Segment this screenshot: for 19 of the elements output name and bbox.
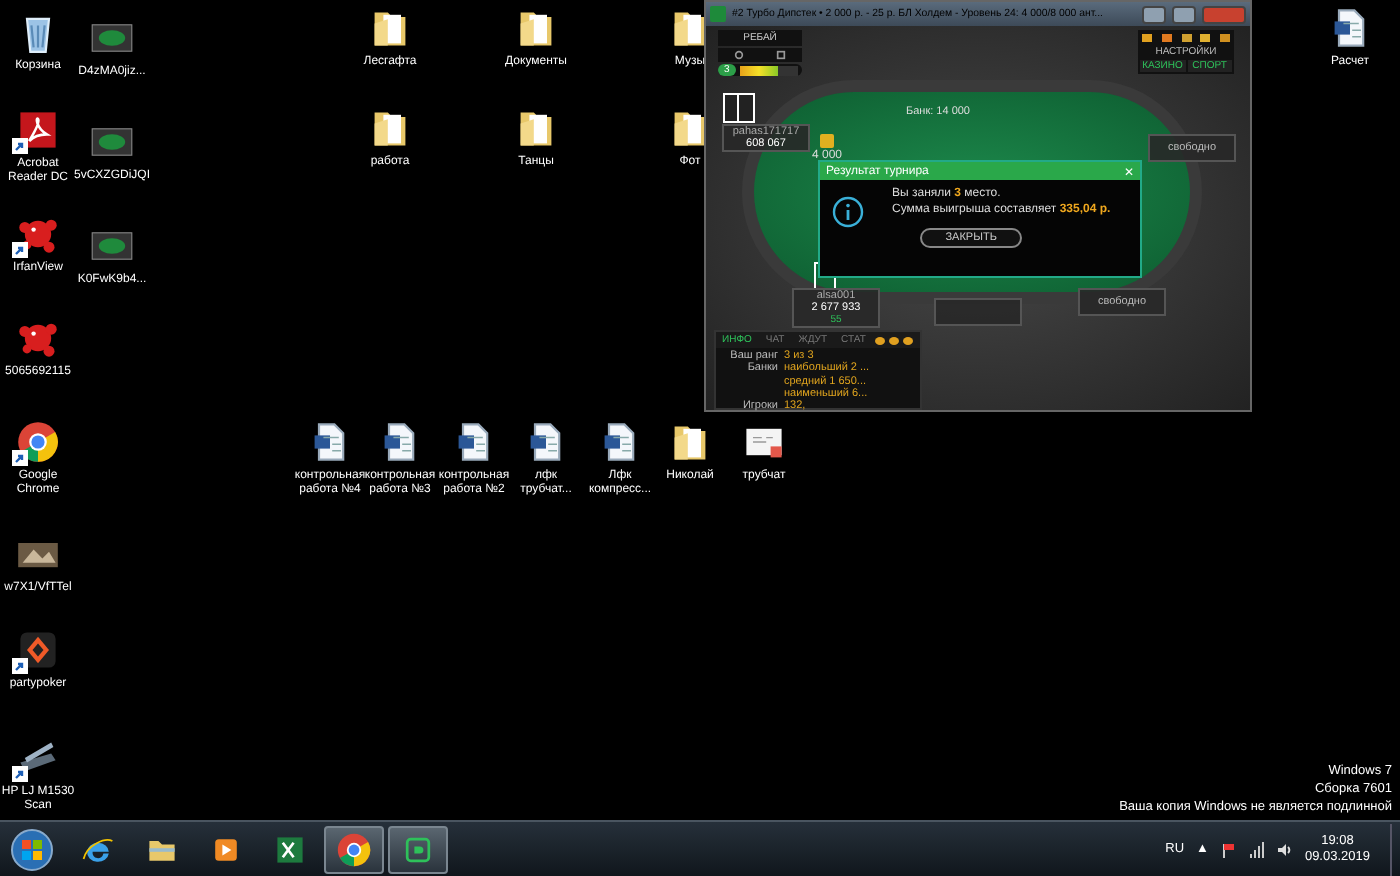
speaker-icon[interactable] [1276, 841, 1293, 857]
app-logo-icon [710, 6, 726, 22]
chrome-icon [336, 831, 372, 867]
signal-icon[interactable] [1248, 841, 1265, 857]
square-icon[interactable] [776, 50, 786, 60]
minimize-button[interactable] [1142, 5, 1166, 23]
pdf-icon[interactable] [16, 108, 60, 152]
refresh-icon[interactable] [734, 50, 744, 60]
start-button[interactable] [10, 827, 54, 871]
taskbar-button[interactable] [324, 825, 384, 873]
maximize-button[interactable] [1172, 5, 1196, 23]
poker-app-icon[interactable] [16, 628, 60, 672]
chrome-icon[interactable] [16, 420, 60, 464]
taskbar-button[interactable] [388, 825, 448, 873]
empty-seat [934, 298, 1022, 326]
flag-icon[interactable] [1220, 841, 1237, 857]
spreadsheet-icon [272, 831, 308, 867]
chip-stack-icon [820, 134, 834, 148]
info-icon [832, 196, 864, 228]
